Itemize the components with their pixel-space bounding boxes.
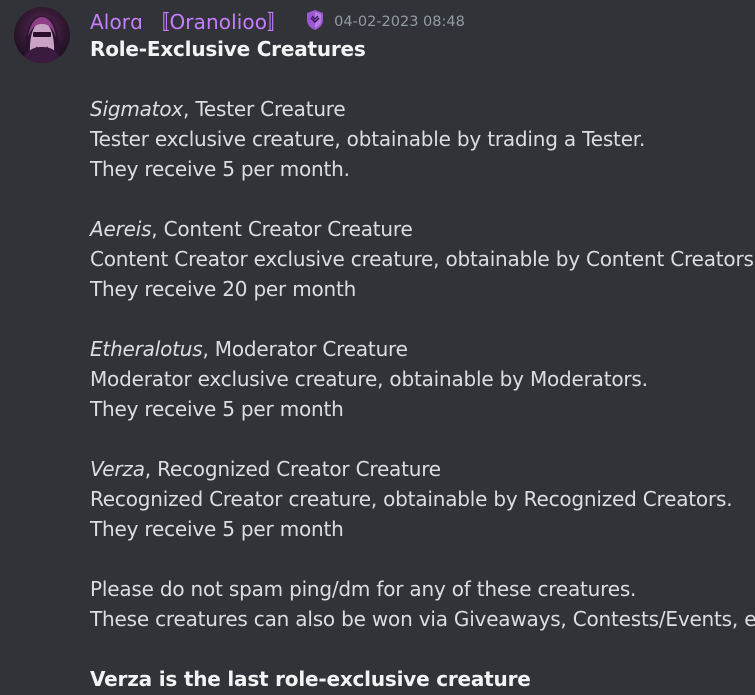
creature-entry-etheralotus: Etheralotus, Moderator Creature Moderato… [90, 334, 755, 424]
creature-entry-verza: Verza, Recognized Creator Creature Recog… [90, 454, 755, 544]
avatar[interactable] [14, 7, 70, 63]
creature-role: , Content Creator Creature [151, 217, 413, 241]
creature-rate: They receive 20 per month [90, 277, 357, 301]
notice-text: These creatures can also be won via Give… [90, 607, 755, 631]
creature-entry-sigmatox: Sigmatox, Tester Creature Tester exclusi… [90, 94, 755, 184]
creature-name: Etheralotus [90, 337, 203, 361]
user-avatar-image [14, 7, 70, 63]
notice-text: Please do not spam ping/dm for any of th… [90, 577, 637, 601]
shield-icon[interactable] [305, 9, 325, 31]
creature-role: , Tester Creature [183, 97, 346, 121]
creature-rate: They receive 5 per month. [90, 157, 350, 181]
creature-name: Verza [90, 457, 145, 481]
message-title: Role-Exclusive Creatures [90, 37, 366, 61]
creature-heading: Aereis, Content Creator Creature [90, 214, 755, 244]
creature-heading: Etheralotus, Moderator Creature [90, 334, 755, 364]
message-footer: Verza is the last role-exclusive creatur… [90, 667, 531, 691]
creature-description: Content Creator exclusive creature, obta… [90, 247, 755, 271]
username[interactable]: Alorɑ 〚Oranolioo〛 [90, 6, 287, 35]
creature-description: Tester exclusive creature, obtainable by… [90, 127, 646, 151]
creature-description: Moderator exclusive creature, obtainable… [90, 367, 648, 391]
creature-description: Recognized Creator creature, obtainable … [90, 487, 733, 511]
creature-rate: They receive 5 per month [90, 517, 344, 541]
creature-name: Sigmatox [90, 97, 183, 121]
creature-entry-aereis: Aereis, Content Creator Creature Content… [90, 214, 755, 304]
chat-message: Alorɑ 〚Oranolioo〛 04-02-2023 08:48 Role-… [0, 0, 755, 695]
creature-name: Aereis [90, 217, 152, 241]
creature-heading: Sigmatox, Tester Creature [90, 94, 755, 124]
creature-role: , Recognized Creator Creature [144, 457, 441, 481]
timestamp: 04-02-2023 08:48 [334, 13, 465, 30]
message-content: Role-Exclusive Creatures Sigmatox, Teste… [90, 34, 755, 694]
message-header: Alorɑ 〚Oranolioo〛 04-02-2023 08:48 [90, 6, 465, 35]
creature-role: , Moderator Creature [202, 337, 408, 361]
creature-rate: They receive 5 per month [90, 397, 344, 421]
creature-heading: Verza, Recognized Creator Creature [90, 454, 755, 484]
